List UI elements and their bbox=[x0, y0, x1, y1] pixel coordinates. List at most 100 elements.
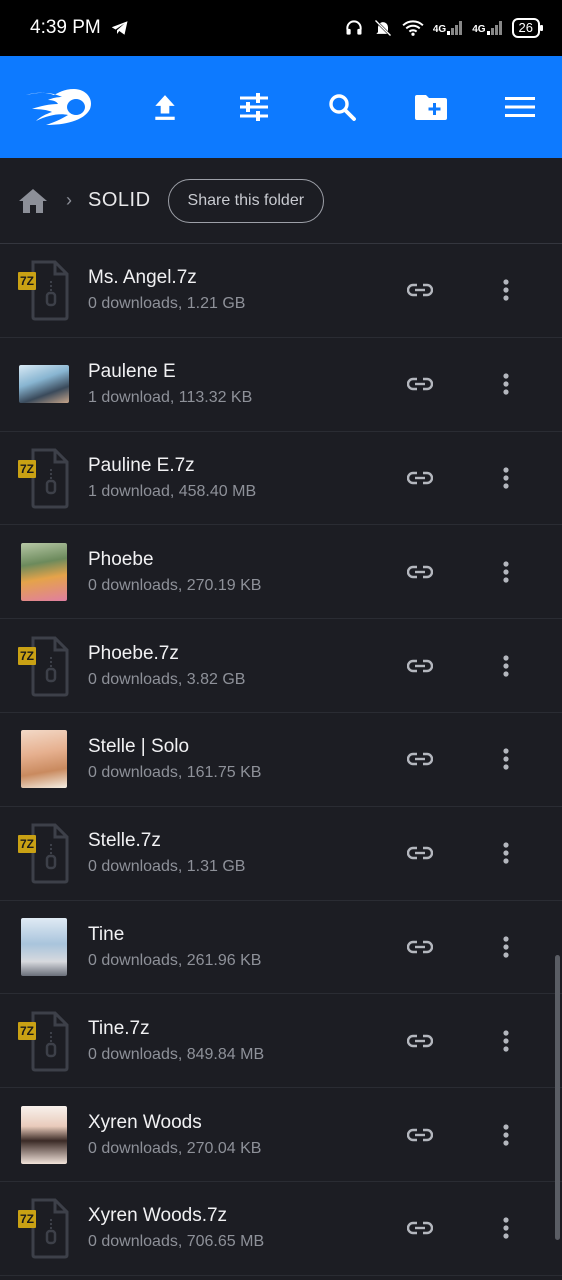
upload-button[interactable] bbox=[145, 87, 185, 127]
link-icon bbox=[407, 753, 433, 766]
folder-add-icon bbox=[415, 95, 448, 120]
copy-link-button[interactable] bbox=[400, 364, 440, 404]
more-options-button[interactable] bbox=[491, 927, 521, 967]
file-thumbnail bbox=[21, 917, 67, 976]
copy-link-button[interactable] bbox=[400, 552, 440, 592]
battery-indicator: 26 bbox=[511, 18, 544, 38]
copy-link-button[interactable] bbox=[400, 458, 440, 498]
file-thumbnail-container bbox=[0, 901, 88, 994]
copy-link-button[interactable] bbox=[400, 270, 440, 310]
more-vertical-icon bbox=[503, 561, 509, 583]
more-options-button[interactable] bbox=[491, 1021, 521, 1061]
signal-icon bbox=[447, 21, 463, 35]
more-options-button[interactable] bbox=[491, 552, 521, 592]
link-icon bbox=[407, 1222, 433, 1235]
headphones-icon bbox=[346, 20, 362, 35]
copy-link-button[interactable] bbox=[400, 927, 440, 967]
link-icon bbox=[407, 565, 433, 578]
file-thumbnail-container: 7Z bbox=[0, 807, 88, 900]
more-vertical-icon bbox=[503, 748, 509, 770]
link-icon bbox=[407, 1034, 433, 1047]
link-icon bbox=[407, 940, 433, 954]
link-icon bbox=[407, 377, 433, 391]
copy-link-button[interactable] bbox=[400, 646, 440, 686]
file-thumbnail-container: 7Z bbox=[0, 432, 88, 525]
list-item[interactable]: 7Z Tine.7z 0 downloads, 849.84 MB bbox=[0, 994, 562, 1089]
link-icon bbox=[407, 471, 433, 485]
list-item[interactable]: 7Z Pauline E.7z 1 download, 458.40 MB bbox=[0, 432, 562, 526]
file-thumbnail-container bbox=[0, 1088, 88, 1181]
mediafire-logo-icon bbox=[26, 89, 92, 125]
top-toolbar bbox=[0, 56, 562, 158]
archive-file-icon bbox=[31, 1198, 69, 1259]
link-icon bbox=[407, 284, 433, 297]
link-icon bbox=[407, 659, 433, 672]
menu-button[interactable] bbox=[500, 87, 540, 127]
more-options-button[interactable] bbox=[491, 270, 521, 310]
copy-link-button[interactable] bbox=[400, 833, 440, 873]
wifi-icon bbox=[402, 20, 424, 36]
list-item[interactable]: Paulene E 1 download, 113.32 KB bbox=[0, 338, 562, 432]
link-icon bbox=[407, 1128, 433, 1141]
chevron-right-icon: › bbox=[66, 190, 72, 210]
file-thumbnail-container: 7Z bbox=[0, 244, 88, 337]
list-item[interactable]: 7Z Xyren Woods.7z 0 downloads, 706.65 MB bbox=[0, 1182, 562, 1276]
list-item[interactable]: 7Z Stelle.7z 0 downloads, 1.31 GB bbox=[0, 807, 562, 901]
file-thumbnail bbox=[21, 1105, 67, 1164]
share-folder-button[interactable]: Share this folder bbox=[167, 178, 325, 223]
archive-type-badge: 7Z bbox=[18, 459, 37, 478]
more-vertical-icon bbox=[503, 1030, 509, 1052]
list-item[interactable]: Stelle | Solo 0 downloads, 161.75 KB bbox=[0, 713, 562, 807]
network-indicator-1: 4G bbox=[433, 21, 463, 35]
link-icon bbox=[407, 846, 433, 860]
list-item[interactable]: Phoebe 0 downloads, 270.19 KB bbox=[0, 525, 562, 620]
copy-link-button[interactable] bbox=[400, 1208, 440, 1248]
file-list: 7Z Ms. Angel.7z 0 downloads, 1.21 GB Pau… bbox=[0, 244, 562, 1276]
more-options-button[interactable] bbox=[491, 1115, 521, 1155]
mediafire-logo[interactable] bbox=[24, 85, 96, 129]
archive-file-icon bbox=[31, 448, 69, 509]
status-bar: 4:39 PM 4G 4G 26 bbox=[0, 0, 562, 56]
filter-button[interactable] bbox=[234, 87, 274, 127]
more-vertical-icon bbox=[503, 842, 509, 864]
hamburger-menu-icon bbox=[504, 97, 535, 117]
archive-type-badge: 7Z bbox=[18, 834, 37, 853]
home-icon bbox=[19, 188, 47, 213]
copy-link-button[interactable] bbox=[400, 1021, 440, 1061]
signal-icon bbox=[486, 21, 502, 35]
upload-icon bbox=[155, 95, 175, 120]
file-thumbnail-container bbox=[0, 525, 88, 618]
file-thumbnail-container: 7Z bbox=[0, 1182, 88, 1275]
list-item[interactable]: Xyren Woods 0 downloads, 270.04 KB bbox=[0, 1088, 562, 1182]
file-thumbnail-container: 7Z bbox=[0, 619, 88, 712]
more-options-button[interactable] bbox=[491, 833, 521, 873]
list-item[interactable]: 7Z Ms. Angel.7z 0 downloads, 1.21 GB bbox=[0, 244, 562, 338]
file-thumbnail bbox=[21, 730, 67, 789]
copy-link-button[interactable] bbox=[400, 1115, 440, 1155]
breadcrumb-current-folder: SOLID bbox=[88, 189, 151, 211]
more-options-button[interactable] bbox=[491, 739, 521, 779]
more-vertical-icon bbox=[503, 654, 509, 677]
more-options-button[interactable] bbox=[491, 458, 521, 498]
list-item[interactable]: Tine 0 downloads, 261.96 KB bbox=[0, 901, 562, 995]
scrollbar[interactable] bbox=[555, 955, 560, 1240]
more-vertical-icon bbox=[503, 279, 509, 301]
file-thumbnail-container: 7Z bbox=[0, 994, 88, 1087]
more-vertical-icon bbox=[503, 1217, 509, 1239]
archive-file-icon bbox=[31, 823, 69, 884]
more-options-button[interactable] bbox=[491, 1208, 521, 1248]
file-thumbnail-container bbox=[0, 338, 88, 431]
more-options-button[interactable] bbox=[491, 364, 521, 404]
search-button[interactable] bbox=[322, 87, 362, 127]
more-options-button[interactable] bbox=[491, 646, 521, 686]
status-icons: 4G 4G 26 bbox=[344, 18, 544, 38]
more-vertical-icon bbox=[503, 373, 509, 395]
more-vertical-icon bbox=[503, 467, 509, 489]
new-folder-button[interactable] bbox=[411, 87, 451, 127]
more-vertical-icon bbox=[503, 1123, 509, 1146]
file-thumbnail bbox=[21, 542, 67, 601]
file-thumbnail bbox=[19, 365, 69, 404]
copy-link-button[interactable] bbox=[400, 739, 440, 779]
home-button[interactable] bbox=[18, 188, 48, 214]
list-item[interactable]: 7Z Phoebe.7z 0 downloads, 3.82 GB bbox=[0, 619, 562, 713]
